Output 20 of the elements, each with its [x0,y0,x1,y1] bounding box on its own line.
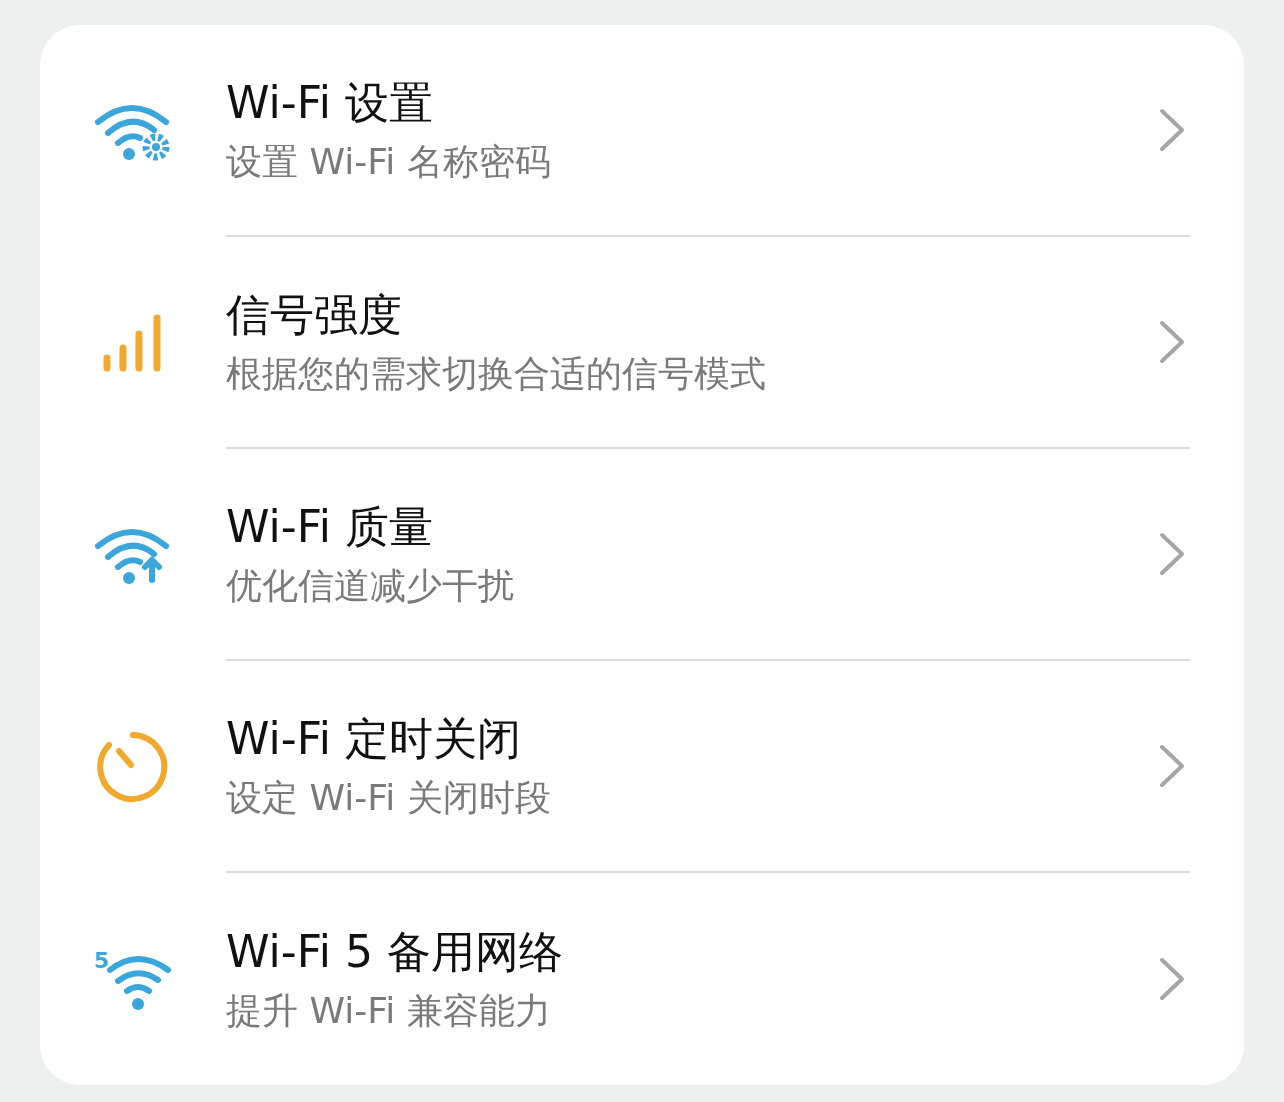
chevron-right-icon [1158,743,1186,789]
chevron-right-icon [1158,531,1186,577]
item-title: Wi-Fi 5 备用网络 [226,927,564,978]
item-subtitle: 优化信道减少干扰 [226,564,515,606]
settings-item[interactable]: Wi-Fi 质量 优化信道减少干扰 [40,449,1244,661]
item-title: Wi-Fi 质量 [226,502,434,553]
item-subtitle: 根据您的需求切换合适的信号模式 [226,352,767,394]
item-title: 信号强度 [226,290,403,341]
chevron-right-icon [1158,107,1186,153]
item-subtitle: 设定 Wi-Fi 关闭时段 [226,776,552,818]
settings-item[interactable]: Wi-Fi 设置 设置 Wi-Fi 名称密码 [40,25,1244,237]
item-title: Wi-Fi 定时关闭 [226,714,522,765]
settings-item[interactable]: 信号强度 根据您的需求切换合适的信号模式 [40,237,1244,449]
item-title: Wi-Fi 设置 [226,78,434,129]
chevron-right-icon [1158,319,1186,365]
settings-item[interactable]: Wi-Fi 定时关闭 设定 Wi-Fi 关闭时段 [40,661,1244,873]
item-subtitle: 设置 Wi-Fi 名称密码 [226,140,552,182]
settings-item[interactable]: 5 Wi-Fi 5 备用网络 提升 Wi-Fi 兼容能力 [40,873,1244,1085]
item-subtitle: 提升 Wi-Fi 兼容能力 [226,989,552,1031]
chevron-right-icon [1158,956,1186,1002]
